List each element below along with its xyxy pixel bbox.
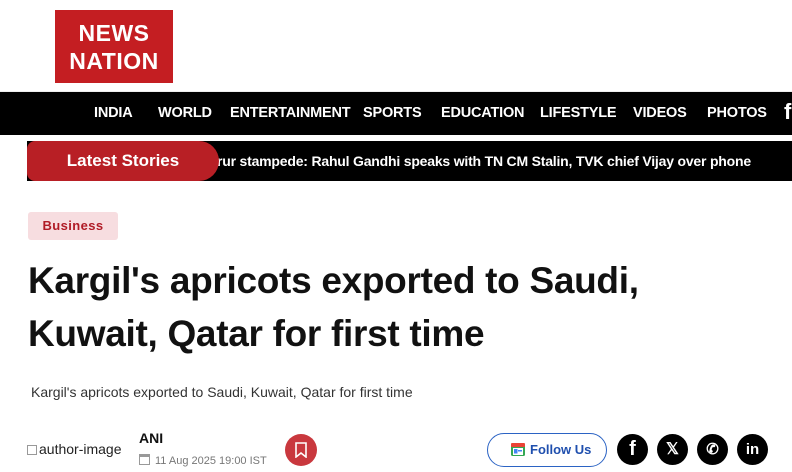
- x-share-button[interactable]: 𝕏: [657, 434, 688, 465]
- author-image: author-image: [27, 441, 122, 457]
- latest-stories-label: Latest Stories: [27, 141, 219, 181]
- news-nation-logo[interactable]: NEWS NATION: [55, 10, 173, 83]
- nav-item-world[interactable]: WORLD: [158, 92, 212, 135]
- linkedin-icon: in: [745, 441, 760, 458]
- facebook-share-button[interactable]: f: [617, 434, 648, 465]
- whatsapp-icon: ✆: [706, 441, 719, 458]
- author-name[interactable]: ANI: [139, 430, 163, 446]
- linkedin-share-button[interactable]: in: [737, 434, 768, 465]
- nav-item-education[interactable]: EDUCATION: [441, 92, 525, 135]
- follow-us-label: Follow Us: [530, 442, 592, 457]
- bookmark-icon: [295, 442, 307, 458]
- calendar-icon: [139, 454, 150, 465]
- site-header: NEWS NATION: [0, 0, 792, 92]
- publish-date-text: 11 Aug 2025 19:00 IST: [155, 455, 267, 467]
- facebook-icon: f: [629, 438, 636, 460]
- x-icon: 𝕏: [666, 441, 679, 458]
- main-nav: INDIA WORLD ENTERTAINMENT SPORTS EDUCATI…: [0, 92, 792, 135]
- google-news-icon: [511, 443, 525, 456]
- nav-item-sports[interactable]: SPORTS: [363, 92, 422, 135]
- follow-us-button[interactable]: Follow Us: [487, 433, 607, 467]
- article-title: Kargil's apricots exported to Saudi, Kuw…: [28, 260, 639, 354]
- publish-date: 11 Aug 2025 19:00 IST: [139, 454, 267, 467]
- nav-item-videos[interactable]: VIDEOS: [633, 92, 687, 135]
- latest-stories-ticker: Latest Stories rur stampede: Rahul Gandh…: [27, 141, 792, 181]
- nav-item-photos[interactable]: PHOTOS: [707, 92, 767, 135]
- nav-item-lifestyle[interactable]: LIFESTYLE: [540, 92, 617, 135]
- category-badge[interactable]: Business: [28, 212, 118, 240]
- broken-image-icon: [27, 445, 37, 455]
- nav-item-india[interactable]: INDIA: [94, 92, 133, 135]
- logo-line2: NATION: [69, 48, 159, 74]
- logo-line1: NEWS: [78, 20, 150, 46]
- whatsapp-share-button[interactable]: ✆: [697, 434, 728, 465]
- nav-overflow-item[interactable]: f: [784, 92, 791, 135]
- author-image-alt: author-image: [39, 441, 122, 457]
- bookmark-button[interactable]: [285, 434, 317, 466]
- nav-item-entertainment[interactable]: ENTERTAINMENT: [230, 92, 351, 135]
- ticker-headline-link[interactable]: rur stampede: Rahul Gandhi speaks with T…: [217, 141, 751, 181]
- article-subtitle: Kargil's apricots exported to Saudi, Kuw…: [31, 384, 413, 400]
